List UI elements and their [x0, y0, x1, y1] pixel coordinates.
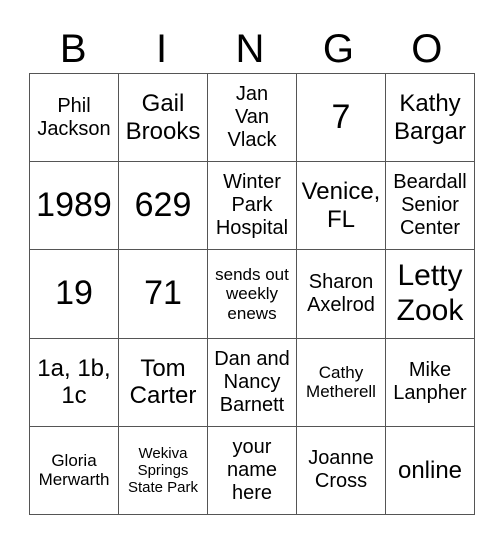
bingo-cell[interactable]: Tom Carter: [118, 337, 208, 427]
bingo-cell[interactable]: Venice, FL: [296, 161, 386, 251]
bingo-cell[interactable]: Beardall Senior Center: [385, 161, 475, 251]
card-row: 1989 629 Winter Park Hospital Venice, FL…: [29, 161, 475, 251]
bingo-cell[interactable]: Winter Park Hospital: [207, 161, 297, 251]
header-letter-g: G: [322, 27, 354, 71]
bingo-cell[interactable]: Gloria Merwarth: [29, 425, 119, 516]
card-row: 1a, 1b, 1c Tom Carter Dan and Nancy Barn…: [29, 337, 475, 427]
bingo-cell[interactable]: Gail Brooks: [118, 72, 208, 163]
header-letter-n: N: [235, 27, 265, 71]
bingo-cell[interactable]: Sharon Axelrod: [296, 249, 386, 339]
bingo-cell[interactable]: 1a, 1b, 1c: [29, 337, 119, 427]
bingo-cell[interactable]: online: [385, 425, 475, 516]
bingo-cell[interactable]: Kathy Bargar: [385, 72, 475, 163]
bingo-cell[interactable]: Jan Van Vlack: [207, 72, 297, 163]
header-letter-b: B: [59, 27, 87, 71]
bingo-cell[interactable]: Phil Jackson: [29, 72, 119, 163]
bingo-cell[interactable]: Wekiva Springs State Park: [118, 425, 208, 516]
bingo-cell[interactable]: Letty Zook: [385, 249, 475, 339]
header-letter-i: I: [156, 27, 168, 71]
card-row: Phil Jackson Gail Brooks Jan Van Vlack 7…: [29, 72, 475, 163]
bingo-cell[interactable]: 71: [118, 249, 208, 339]
bingo-cell[interactable]: 7: [296, 72, 386, 163]
bingo-header: B I N G O: [29, 26, 471, 72]
bingo-cell[interactable]: sends out weekly enews: [207, 249, 297, 339]
bingo-cell[interactable]: 19: [29, 249, 119, 339]
card-row: Gloria Merwarth Wekiva Springs State Par…: [29, 425, 475, 516]
header-letter-o: O: [411, 27, 443, 71]
bingo-cell[interactable]: 1989: [29, 161, 119, 251]
bingo-cell[interactable]: Dan and Nancy Barnett: [207, 337, 297, 427]
bingo-card: Phil Jackson Gail Brooks Jan Van Vlack 7…: [29, 72, 475, 516]
bingo-cell[interactable]: 629: [118, 161, 208, 251]
bingo-cell[interactable]: your name here: [207, 425, 297, 516]
card-row: 19 71 sends out weekly enews Sharon Axel…: [29, 249, 475, 339]
bingo-cell[interactable]: Joanne Cross: [296, 425, 386, 516]
bingo-cell[interactable]: Cathy Metherell: [296, 337, 386, 427]
bingo-cell[interactable]: Mike Lanpher: [385, 337, 475, 427]
